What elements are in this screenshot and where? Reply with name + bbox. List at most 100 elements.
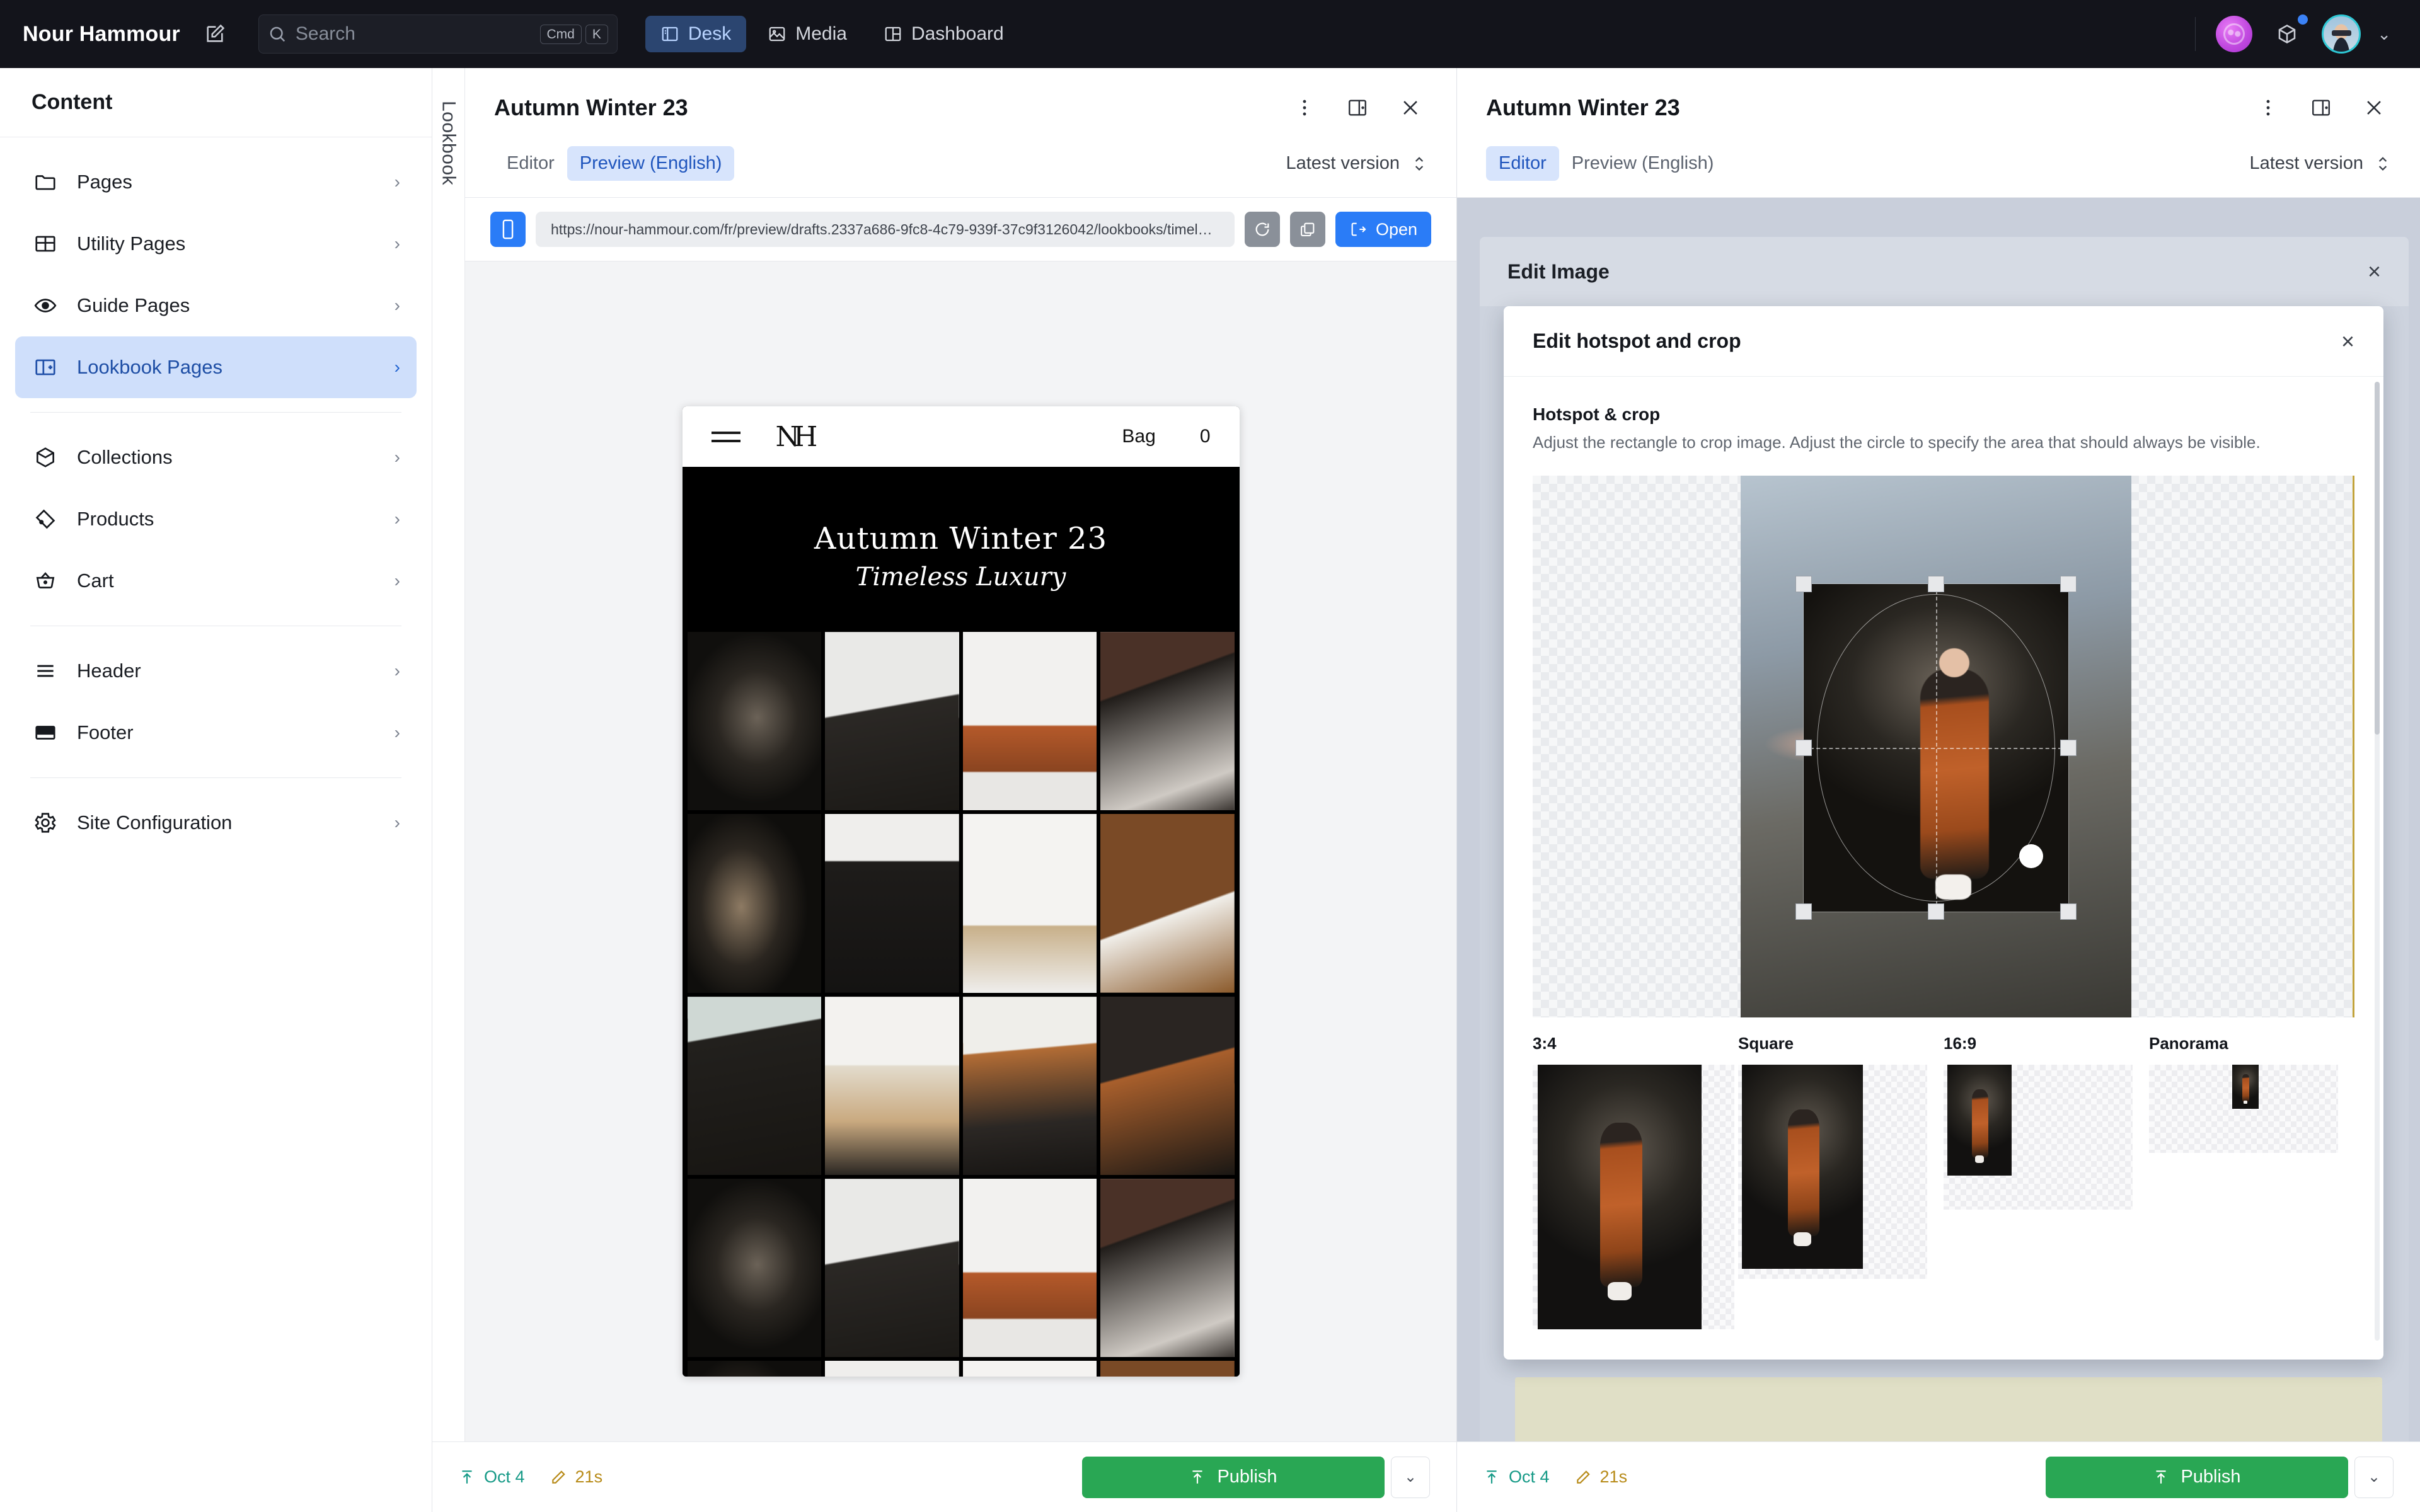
ratio-frame [2149,1065,2338,1153]
ratio-label: Panorama [2149,1034,2354,1053]
publish-up-icon [459,1469,475,1486]
version-selector[interactable]: Latest version [1286,153,1427,174]
bag-label: Bag [1122,426,1155,447]
publish-options-button[interactable]: ⌄ [2354,1457,2394,1498]
ratio-thumbnail[interactable] [1538,1065,1702,1329]
lookbook-grid-image[interactable] [963,1361,1097,1377]
lookbook-grid-image[interactable] [1100,814,1235,992]
lookbook-grid-image[interactable] [963,997,1097,1175]
close-icon[interactable]: × [2368,260,2381,283]
version-selector[interactable]: Latest version [2249,153,2391,174]
close-icon[interactable] [1393,91,1427,125]
ratio-thumbnail[interactable] [1742,1065,1863,1269]
compose-icon[interactable] [197,16,233,52]
nav-dashboard[interactable]: Dashboard [868,16,1019,52]
nav-media[interactable]: Media [752,16,862,52]
close-icon[interactable]: × [2341,330,2354,353]
hotspot-handle[interactable] [2019,844,2043,868]
split-pane-icon[interactable] [1340,91,1374,125]
open-preview-button[interactable]: Open [1335,212,1431,247]
publish-button[interactable]: Publish [2046,1457,2348,1498]
sidebar-item-products[interactable]: Products › [15,488,417,550]
close-icon[interactable] [2357,91,2391,125]
preview-url-field[interactable]: https://nour-hammour.com/fr/preview/draf… [536,212,1235,247]
lookbook-grid-image[interactable] [688,997,822,1175]
ratio-thumbnail[interactable] [2232,1065,2259,1109]
hamburger-menu-icon[interactable] [712,432,740,442]
sidebar-item-utility-pages[interactable]: Utility Pages › [15,213,417,275]
copy-icon[interactable] [1290,212,1325,247]
site-bag[interactable]: Bag 0 [1122,426,1210,447]
nav-desk[interactable]: Desk [645,16,746,52]
crop-handle-mid-left[interactable] [1795,740,1812,756]
lookbook-grid-image[interactable] [688,814,822,992]
lookbook-grid-image[interactable] [825,632,959,810]
kebab-menu-icon[interactable] [1288,91,1322,125]
ratio-label: 16:9 [1944,1034,2149,1053]
lookbook-grid-image[interactable] [825,1361,959,1377]
sidebar-item-footer[interactable]: Footer › [15,702,417,764]
search-icon [268,25,287,43]
tab-preview[interactable]: Preview (English) [1559,146,1727,181]
workspace-avatar[interactable] [2216,16,2252,52]
sidebar-item-label: Lookbook Pages [77,356,377,379]
reload-icon[interactable] [1245,212,1280,247]
hotspot-crop-dialog: Edit hotspot and crop × Hotspot & crop A… [1504,306,2383,1360]
crop-rectangle[interactable] [1804,584,2068,912]
lookbook-grid-image[interactable] [1100,997,1235,1175]
sidebar-item-label: Guide Pages [77,294,377,317]
crop-stage[interactable] [1533,476,2354,1017]
crop-handle-top-right[interactable] [2060,576,2077,592]
lookbook-grid-image[interactable] [825,814,959,992]
nav-desk-label: Desk [688,23,731,45]
lookbook-grid-image[interactable] [1100,1361,1235,1377]
sidebar-item-guide-pages[interactable]: Guide Pages › [15,275,417,336]
crop-handle-bottom-center[interactable] [1928,903,1944,920]
lookbook-grid-image[interactable] [963,1179,1097,1357]
preview-tabs: Editor Preview (English) Latest version [494,146,1427,197]
sidebar-divider [30,777,401,778]
publish-button[interactable]: Publish [1082,1457,1385,1498]
sidebar-item-pages[interactable]: Pages › [15,151,417,213]
mobile-device-icon[interactable] [490,212,526,247]
ratio-preview-panorama: Panorama [2149,1034,2354,1329]
search-input[interactable]: Search Cmd K [258,14,618,54]
version-label: Latest version [2249,153,2363,174]
avatar[interactable] [2322,14,2361,54]
sidebar-item-header[interactable]: Header › [15,640,417,702]
kebab-menu-icon[interactable] [2251,91,2285,125]
crop-handle-top-center[interactable] [1928,576,1944,592]
site-preview-frame[interactable]: NH Bag 0 Autumn Winter 23 Timeless Luxur… [683,406,1240,1377]
split-pane-icon[interactable] [2304,91,2338,125]
crop-handle-mid-right[interactable] [2060,740,2077,756]
sidebar-item-label: Site Configuration [77,811,377,834]
lookbook-grid-image[interactable] [1100,1179,1235,1357]
tab-editor[interactable]: Editor [1486,146,1559,181]
lookbook-grid-image[interactable] [963,632,1097,810]
crop-handle-bottom-left[interactable] [1795,903,1812,920]
publish-options-button[interactable]: ⌄ [1391,1457,1430,1498]
crop-handle-bottom-right[interactable] [2060,903,2077,920]
chevron-down-icon[interactable]: ⌄ [2377,25,2391,44]
lookbook-grid-image[interactable] [963,814,1097,992]
tab-editor[interactable]: Editor [494,146,567,181]
sidebar-item-site-configuration[interactable]: Site Configuration › [15,792,417,854]
lookbook-grid-image[interactable] [688,1179,822,1357]
ratio-thumbnail[interactable] [1947,1065,2012,1176]
tab-preview[interactable]: Preview (English) [567,146,735,181]
tag-icon [32,505,59,533]
lookbook-grid-image[interactable] [688,1361,822,1377]
lookbook-grid-image[interactable] [825,1179,959,1357]
external-link-icon [1349,220,1367,238]
package-icon[interactable] [2269,16,2305,52]
sidebar-item-cart[interactable]: Cart › [15,550,417,612]
lookbook-grid-image[interactable] [1100,632,1235,810]
lookbook-grid-image[interactable] [688,632,822,810]
sidebar-item-lookbook-pages[interactable]: Lookbook Pages › [15,336,417,398]
crop-handle-top-left[interactable] [1795,576,1812,592]
sidebar-item-collections[interactable]: Collections › [15,427,417,488]
lookbook-grid-image[interactable] [825,997,959,1175]
hotspot-section-description: Adjust the rectangle to crop image. Adju… [1533,431,2354,454]
dialog-scrollbar[interactable] [2375,382,2380,1341]
sidebar-divider [30,412,401,413]
